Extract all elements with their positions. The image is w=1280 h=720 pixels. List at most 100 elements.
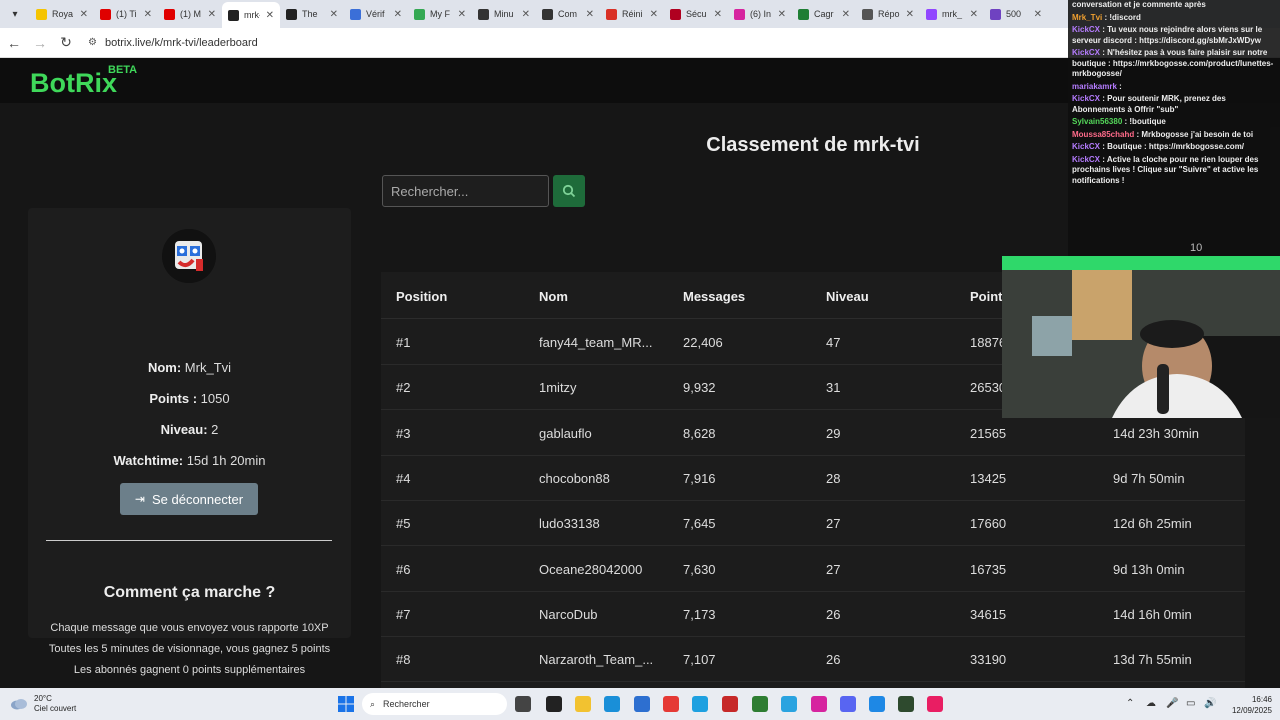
search-button[interactable] [553,175,585,207]
tab-search-dropdown-icon[interactable]: ▾ [4,3,26,25]
task-view-icon[interactable] [515,696,531,712]
tab-close-icon[interactable]: ✕ [144,9,152,20]
botrix-logo[interactable]: BotRix [30,68,117,99]
tab-close-icon[interactable]: ✕ [394,9,402,20]
browser-tab[interactable]: The ✕ [280,2,344,26]
telegram-icon[interactable] [781,696,797,712]
tab-close-icon[interactable]: ✕ [778,9,786,20]
cell-name[interactable]: NarcoDub [539,607,598,622]
tab-close-icon[interactable]: ✕ [586,9,594,20]
cell-name[interactable]: fany44_team_MR... [539,335,652,350]
col-messages[interactable]: Messages [683,289,745,304]
col-position[interactable]: Position [396,289,447,304]
browser-tab[interactable]: mrk_ ✕ [920,2,984,26]
discord-icon[interactable] [840,696,856,712]
reload-icon[interactable]: ↻ [54,31,78,55]
col-points[interactable]: Point [970,289,1003,304]
tab-label: My F [430,9,450,19]
clock[interactable]: 16:46 12/09/2025 [1222,694,1272,716]
browser-tab[interactable]: Roya ✕ [30,2,94,26]
chat-username[interactable]: KickCX [1072,48,1100,57]
volume-icon[interactable]: 🔊 [1204,698,1216,709]
browser-tab[interactable]: 500 ✕ [984,2,1048,26]
col-level[interactable]: Niveau [826,289,869,304]
browser-tab[interactable]: My F ✕ [408,2,472,26]
chat-username[interactable]: Mrk_Tvi [1072,13,1102,22]
network-icon[interactable]: ▭ [1186,698,1195,709]
tab-close-icon[interactable]: ✕ [458,9,466,20]
chat-username[interactable]: mariakamrk [1072,82,1117,91]
tab-favicon-icon [542,8,553,20]
profile-name: Nom: Mrk_Tvi [147,360,232,375]
tab-close-icon[interactable]: ✕ [842,9,850,20]
tab-close-icon[interactable]: ✕ [266,10,274,21]
logout-button[interactable]: ⇥ Se déconnecter [120,483,258,515]
edge-icon[interactable] [604,696,620,712]
file-explorer-icon[interactable] [575,696,591,712]
tray-chevron-icon[interactable]: ⌃ [1126,698,1134,709]
cell-name[interactable]: ludo33138 [539,516,600,531]
cell-name[interactable]: 1mitzy [539,380,577,395]
app-icon[interactable] [869,696,885,712]
tab-close-icon[interactable]: ✕ [906,9,914,20]
beta-badge: BETA [108,64,138,76]
tab-close-icon[interactable]: ✕ [714,9,722,20]
cloud-sync-icon[interactable]: ☁ [1146,698,1156,709]
cell-name[interactable]: Oceane28042000 [539,562,642,577]
cell-name[interactable]: gablauflo [539,426,592,441]
site-info-icon[interactable]: ⚙ [88,37,97,48]
browser-icon[interactable] [692,696,708,712]
leaderboard-search-input[interactable] [382,175,549,207]
chat-username[interactable]: KickCX [1072,25,1100,34]
forward-icon[interactable]: → [28,31,52,55]
tab-favicon-icon [670,8,681,20]
chrome-icon[interactable] [752,696,768,712]
mcafee-icon[interactable] [722,696,738,712]
tab-close-icon[interactable]: ✕ [80,9,88,20]
store-icon[interactable] [634,696,650,712]
tab-close-icon[interactable]: ✕ [522,9,530,20]
url-field[interactable]: ⚙ botrix.live/k/mrk-tvi/leaderboard [88,32,258,54]
chat-username[interactable]: Moussa85chahd [1072,130,1134,139]
cell-watchtime: 13d 7h 55min [1113,652,1192,668]
browser-tab[interactable]: Réini ✕ [600,2,664,26]
chat-message: Mrk_Tvi : !discord [1072,13,1276,24]
col-name[interactable]: Nom [539,289,568,304]
tab-close-icon[interactable]: ✕ [1034,9,1042,20]
browser-tab[interactable]: Sécu ✕ [664,2,728,26]
tab-favicon-icon [798,8,809,20]
taskbar-search[interactable]: ⌕ Rechercher [362,693,507,715]
browser-tab[interactable]: (1) M ✕ [158,2,222,26]
mic-icon[interactable]: 🎤 [1166,698,1178,709]
browser-tab[interactable]: Vérif ✕ [344,2,408,26]
tab-close-icon[interactable]: ✕ [330,9,338,20]
chat-username[interactable]: KickCX [1072,94,1100,103]
cell-name[interactable]: chocobon88 [539,471,610,486]
tiktok-icon[interactable] [927,696,943,712]
browser-tab[interactable]: Cagr ✕ [792,2,856,26]
instagram-icon[interactable] [811,696,827,712]
back-icon[interactable]: ← [2,31,26,55]
webcam-overlay [1002,256,1280,418]
tab-close-icon[interactable]: ✕ [208,9,216,20]
tab-close-icon[interactable]: ✕ [970,9,978,20]
obs-icon[interactable] [546,696,562,712]
chat-username[interactable]: KickCX [1072,142,1100,151]
browser-tab[interactable]: Minu ✕ [472,2,536,26]
browser-tab[interactable]: (6) In ✕ [728,2,792,26]
terminal-icon[interactable] [898,696,914,712]
tab-close-icon[interactable]: ✕ [650,9,658,20]
browser-tab[interactable]: mrk- ✕ [222,2,280,28]
tab-favicon-icon [100,8,111,20]
browser-tab[interactable]: Com ✕ [536,2,600,26]
browser-tab[interactable]: (1) Ti ✕ [94,2,158,26]
diamond-app-icon[interactable] [663,696,679,712]
chat-username[interactable]: KickCX [1072,155,1100,164]
browser-tab[interactable]: Répo ✕ [856,2,920,26]
leaderboard-title: Classement de mrk-tvi [706,134,920,156]
weather-widget[interactable]: 20°C Ciel couvert [10,688,76,720]
chat-username[interactable]: Sylvain56380 [1072,117,1122,126]
cell-name[interactable]: Narzaroth_Team_... [539,652,653,667]
tab-label: Roya [52,9,74,19]
windows-start-icon[interactable] [338,696,354,712]
